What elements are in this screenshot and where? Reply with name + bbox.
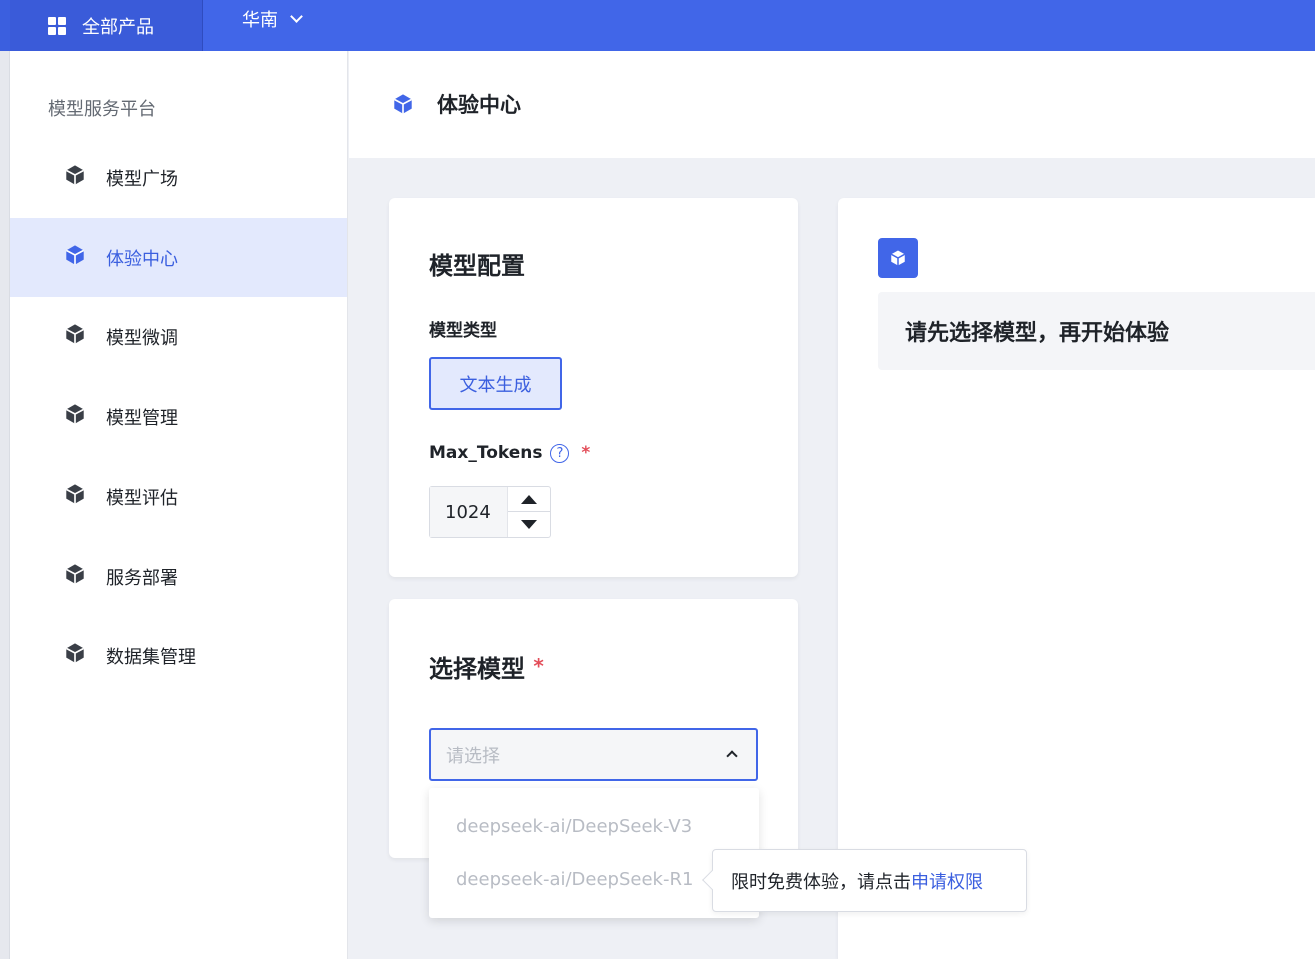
triangle-up-icon [521, 494, 537, 504]
model-type-text-generation-button[interactable]: 文本生成 [429, 357, 562, 410]
sidebar-item-6[interactable]: 数据集管理 [10, 616, 347, 695]
platform-title: 模型服务平台 [48, 99, 156, 120]
page-header: 体验中心 [349, 51, 1315, 158]
select-placeholder: 请选择 [446, 745, 500, 767]
topbar-left-edge [0, 0, 10, 51]
model-dropdown: deepseek-ai/DeepSeek-V3 deepseek-ai/Deep… [429, 788, 759, 918]
cube-icon [64, 642, 86, 669]
sidebar-item-label: 模型管理 [106, 407, 178, 429]
sidebar-item-label: 模型微调 [106, 327, 178, 349]
select-model-title-row: 选择模型 * [429, 649, 544, 684]
sidebar-item-5[interactable]: 服务部署 [10, 537, 347, 616]
help-icon[interactable]: ? [550, 444, 570, 463]
max-tokens-label-row: Max_Tokens? * [429, 443, 590, 463]
apply-permission-link[interactable]: 申请权限 [911, 868, 983, 894]
cube-icon [64, 403, 86, 430]
page-title: 体验中心 [437, 93, 521, 117]
sidebar-item-label: 服务部署 [106, 567, 178, 589]
cube-icon [64, 563, 86, 590]
triangle-down-icon [521, 520, 537, 529]
region-selector[interactable]: 华南 [242, 0, 303, 38]
model-option-deepseek-r1[interactable]: deepseek-ai/DeepSeek-R1 [456, 869, 693, 890]
select-model-notice: 请先选择模型，再开始体验 [878, 292, 1315, 370]
model-select[interactable]: 请选择 [429, 728, 758, 781]
sidebar-item-1[interactable]: 体验中心 [10, 218, 347, 297]
topbar-divider [202, 0, 203, 51]
cube-icon [64, 483, 86, 510]
model-config-title: 模型配置 [429, 252, 525, 280]
model-type-label: 模型类型 [429, 321, 497, 341]
chevron-down-icon [290, 9, 303, 23]
model-config-card: 模型配置 模型类型 文本生成 Max_Tokens? * 1024 [389, 198, 798, 577]
all-products-button[interactable]: 全部产品 [10, 0, 202, 51]
left-edge-strip [0, 51, 10, 959]
max-tokens-label: Max_Tokens [429, 443, 543, 463]
top-navigation-bar: 全部产品 华南 [0, 0, 1315, 51]
model-option-deepseek-v3[interactable]: deepseek-ai/DeepSeek-V3 [456, 816, 692, 837]
experience-panel: 请先选择模型，再开始体验 [838, 198, 1315, 959]
increment-button[interactable] [508, 487, 550, 512]
sidebar-item-3[interactable]: 模型管理 [10, 377, 347, 456]
cube-icon [64, 244, 86, 271]
grid-icon [48, 16, 66, 35]
required-mark: * [581, 443, 591, 463]
tooltip-text: 限时免费体验，请点击 [731, 871, 911, 893]
all-products-label: 全部产品 [82, 16, 154, 38]
sidebar-item-4[interactable]: 模型评估 [10, 457, 347, 536]
chevron-up-icon [726, 750, 738, 762]
sidebar-item-label: 模型评估 [106, 487, 178, 509]
stepper-arrows [508, 487, 550, 537]
apply-permission-tooltip: 限时免费体验，请点击 申请权限 [702, 849, 1027, 912]
cube-icon [64, 164, 86, 191]
required-mark: * [533, 654, 544, 678]
decrement-button[interactable] [508, 512, 550, 537]
sidebar-item-0[interactable]: 模型广场 [10, 138, 347, 217]
sidebar-item-2[interactable]: 模型微调 [10, 297, 347, 376]
select-model-title: 选择模型 [429, 655, 525, 683]
sidebar-item-label: 数据集管理 [106, 646, 196, 668]
sidebar-item-label: 模型广场 [106, 168, 178, 190]
model-badge-icon [878, 238, 918, 278]
max-tokens-input[interactable]: 1024 [430, 487, 508, 537]
sidebar-item-label: 体验中心 [106, 248, 178, 270]
max-tokens-stepper: 1024 [429, 486, 551, 538]
cube-icon [392, 93, 414, 119]
sidebar: 模型服务平台 模型广场体验中心模型微调模型管理模型评估服务部署数据集管理 [10, 51, 348, 959]
region-label: 华南 [242, 10, 278, 31]
cube-icon [64, 323, 86, 350]
